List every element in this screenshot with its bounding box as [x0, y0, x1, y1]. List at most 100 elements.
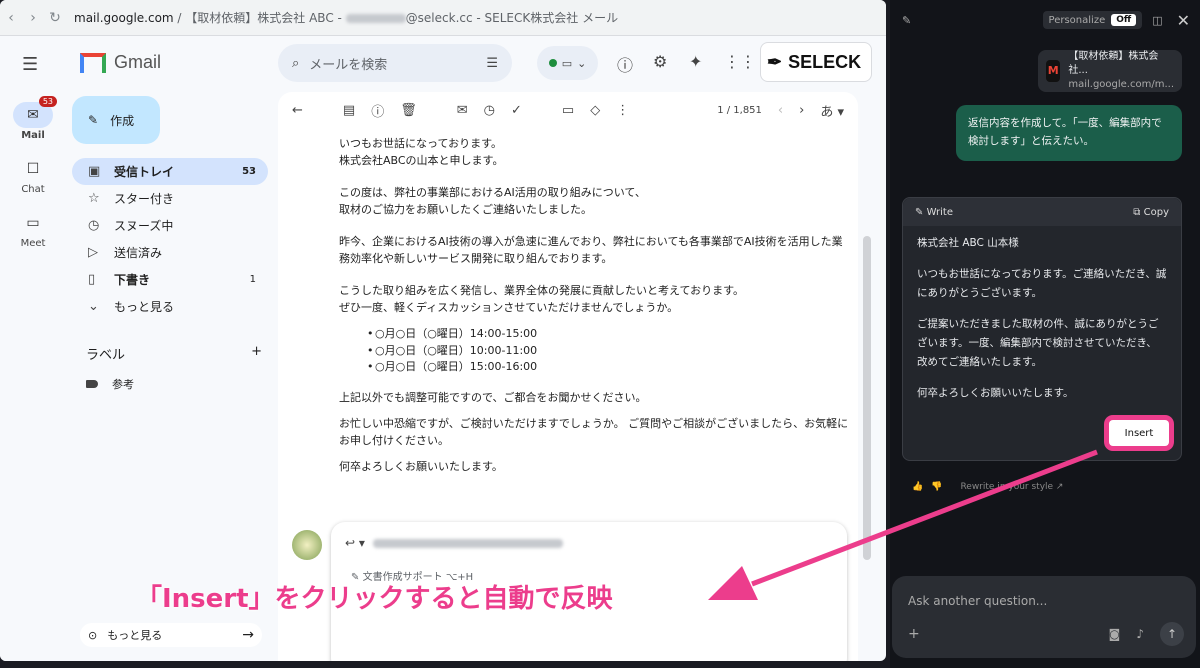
status-dot: [548, 59, 557, 67]
inbox-icon: ▣: [88, 164, 101, 179]
personalize-toggle[interactable]: Personalize Off: [1042, 11, 1143, 29]
sidebar-item-starred[interactable]: ☆ スター付き: [72, 185, 268, 212]
email-line: 何卒よろしくお願いいたします。: [339, 460, 503, 473]
microphone-icon[interactable]: ♪: [1136, 627, 1144, 641]
account-switcher[interactable]: ✒ SELECK: [760, 42, 872, 82]
email-paragraph: こうした取り組みを広く発信し、業界全体の発展に貢献したいと考えております。 ぜひ一…: [339, 283, 849, 316]
sparkle-icon[interactable]: ✦: [689, 52, 702, 71]
draft-text: 株式会社 ABC 山本様 いつもお世話になっております。ご連絡いただき、誠にあり…: [903, 226, 1181, 423]
rewrite-link[interactable]: Rewrite in your style ↗: [960, 482, 1063, 492]
gmail-logo[interactable]: Gmail: [80, 52, 161, 73]
delete-icon[interactable]: 🗑: [400, 103, 417, 118]
context-chip[interactable]: M 【取材依頼】株式会社... mail.google.com/m...: [1038, 50, 1182, 92]
address-bar[interactable]: ‹ › ↻ mail.google.com / 【取材依頼】株式会社 ABC -…: [0, 0, 886, 36]
sidebar-item-sent[interactable]: ▷ 送信済み: [72, 239, 268, 266]
user-message: 返信内容を作成して。「一度、編集部内で検討します」と伝えたい。: [956, 105, 1182, 161]
close-icon[interactable]: ✕: [1177, 11, 1190, 30]
apps-grid-icon[interactable]: ⋮⋮: [724, 52, 756, 71]
archive-icon[interactable]: ▤: [343, 103, 355, 118]
email-line: 株式会社ABCの山本と申します。: [339, 153, 504, 167]
language-label: あ: [820, 104, 834, 120]
send-arrow-icon[interactable]: ↑: [1160, 622, 1184, 646]
slot-list: ○月○日（○曜日）14:00-15:00 ○月○日（○曜日）10:00-11:0…: [339, 326, 849, 376]
search-input[interactable]: メールを検索: [309, 54, 476, 73]
add-label-icon[interactable]: +: [251, 344, 262, 363]
thumbs-up-icon[interactable]: 👍: [912, 482, 923, 492]
sidebar-item-count: 1: [249, 274, 256, 285]
ask-box[interactable]: Ask another question... + ◙ ♪ ↑: [892, 576, 1196, 658]
sidebar-item-label: 送信済み: [114, 246, 163, 260]
report-icon[interactable]: ⓘ: [371, 101, 384, 120]
email-line: いつもお世話になっております。: [339, 137, 503, 150]
context-text: 【取材依頼】株式会社... mail.google.com/m...: [1068, 50, 1174, 92]
draft-line: ご提案いただきました取材の件、誠にありがとうございます。一度、編集部内で検討させ…: [917, 318, 1159, 368]
mark-unread-icon[interactable]: ✉: [457, 103, 468, 118]
avatar: [292, 530, 322, 560]
sidebar-item-more[interactable]: ⌄ もっと見る: [72, 293, 268, 320]
sidebar-item-snoozed[interactable]: ◷ スヌーズ中: [72, 212, 268, 239]
reply-icon[interactable]: ↩ ▾: [345, 536, 365, 550]
write-label: Write: [926, 206, 953, 218]
pager: 1 / 1,851: [717, 104, 762, 116]
rail-mail[interactable]: ✉ 53 Mail: [0, 96, 66, 141]
camera-icon[interactable]: ◙: [1109, 627, 1121, 641]
snooze-icon[interactable]: ◷: [484, 103, 495, 118]
filter-icon[interactable]: ☰: [486, 56, 498, 71]
email-line: こうした取り組みを広く発信し、業界全体の発展に貢献したいと考えております。: [339, 284, 745, 297]
ask-actions: ◙ ♪ ↑: [1109, 622, 1184, 646]
draft-icon: ▯: [88, 272, 96, 287]
reload-icon[interactable]: ↻: [44, 10, 66, 26]
prev-icon[interactable]: ‹: [778, 103, 783, 118]
url-text[interactable]: mail.google.com / 【取材依頼】株式会社 ABC - @sele…: [74, 9, 618, 26]
label-item[interactable]: 参考: [86, 376, 134, 392]
email-paragraph: 上記以外でも調整可能ですので、ご都合をお聞かせください。: [339, 390, 849, 407]
email-line: 取材のご協力をお願いしたくご連絡いたしました。: [339, 202, 592, 216]
sidebar-item-drafts[interactable]: ▯ 下書き 1: [72, 266, 268, 293]
language-button[interactable]: あ ▾: [820, 101, 844, 120]
sidebar-item-label: 下書き: [114, 273, 151, 287]
rail-chat[interactable]: ☐ Chat: [0, 156, 66, 195]
annotation-caption: 「Insert」をクリックすると自動で反映: [136, 584, 613, 614]
more-vert-icon[interactable]: ⋮: [616, 103, 629, 118]
next-icon[interactable]: ›: [799, 103, 804, 118]
personalize-label: Personalize: [1048, 14, 1106, 26]
gear-icon[interactable]: ⚙: [653, 52, 667, 71]
copy-button[interactable]: ⧉ Copy: [1133, 207, 1169, 218]
search-bar[interactable]: ⌕ メールを検索 ☰: [278, 44, 512, 82]
more-bottom-button[interactable]: ⊙ もっと見る →: [80, 623, 262, 647]
back-icon[interactable]: ‹: [0, 10, 22, 26]
pencil-icon: ✎: [88, 113, 99, 127]
scrollbar[interactable]: [863, 236, 871, 560]
sidebar-item-label: スター付き: [114, 192, 175, 206]
help-icon[interactable]: ⓘ: [617, 52, 633, 76]
menu-icon[interactable]: ☰: [22, 54, 38, 75]
label-icon: [86, 380, 98, 388]
back-arrow-icon[interactable]: ←: [292, 103, 303, 118]
compass-icon: ⊙: [88, 628, 98, 642]
add-task-icon[interactable]: ✓: [511, 103, 522, 118]
video-icon: ▭: [26, 215, 40, 231]
thumbs-down-icon[interactable]: 👎: [931, 482, 942, 492]
edit-icon[interactable]: ✎: [902, 14, 911, 27]
slot-item: ○月○日（○曜日）15:00-16:00: [339, 359, 849, 376]
plus-icon[interactable]: +: [908, 626, 920, 642]
ask-input[interactable]: Ask another question...: [908, 594, 1047, 608]
rail-mail-label: Mail: [21, 130, 45, 141]
compose-button[interactable]: ✎ 作成: [72, 96, 160, 144]
context-title: 【取材依頼】株式会社...: [1068, 51, 1159, 76]
sidebar-toggle-icon[interactable]: ◫: [1152, 14, 1162, 27]
label-name: 参考: [112, 378, 134, 391]
move-icon[interactable]: ▭: [562, 103, 574, 118]
label-tag-icon[interactable]: ◇: [590, 103, 600, 118]
sidebar-item-inbox[interactable]: ▣ 受信トレイ 53: [72, 158, 268, 185]
status-selector[interactable]: ▭ ⌄: [537, 46, 598, 80]
context-url: mail.google.com/m...: [1068, 79, 1174, 90]
browser-window: ‹ › ↻ mail.google.com / 【取材依頼】株式会社 ABC -…: [0, 0, 886, 661]
forward-icon[interactable]: ›: [22, 10, 44, 26]
insert-button[interactable]: Insert: [1109, 420, 1169, 446]
rail-chat-label: Chat: [21, 184, 45, 195]
rail-meet[interactable]: ▭ Meet: [0, 210, 66, 249]
calendar-icon: ▭: [561, 56, 573, 70]
brand-name: Gmail: [114, 52, 162, 72]
reply-header: ↩ ▾: [345, 536, 563, 550]
